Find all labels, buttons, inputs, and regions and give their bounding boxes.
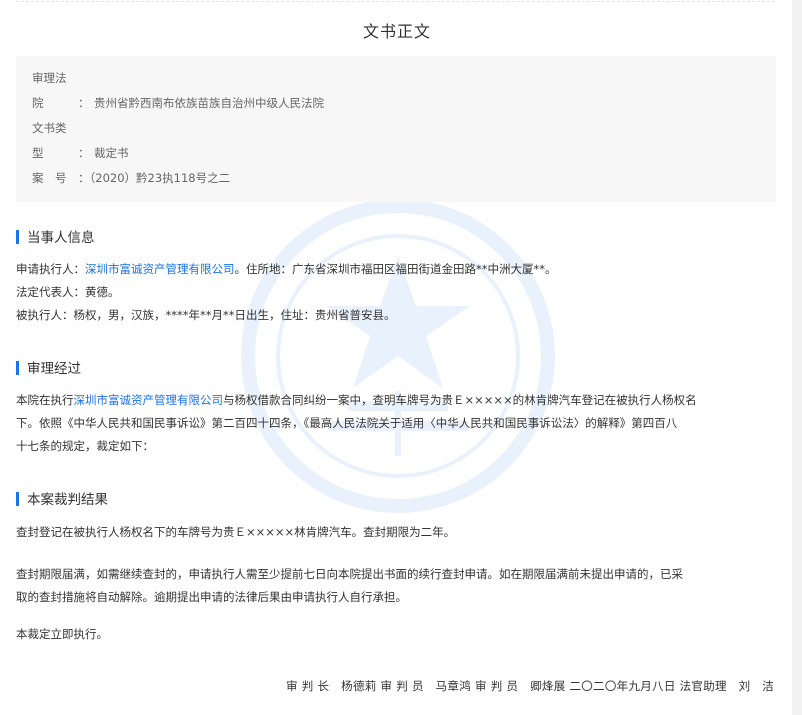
case-label: 案 号 — [32, 171, 67, 185]
parties-block: 申请执行人：深圳市富诚资产管理有限公司。住所地：广东省深圳市福田区福田街道金田路… — [16, 258, 778, 327]
document-page: 文书正文 审理法 院 ： 贵州省黔西南布依族苗族自治州中级人民法院 文书类 型 ： 裁定… — [0, 0, 802, 715]
section-bar-icon — [16, 230, 19, 244]
court-emblem-watermark-icon — [241, 199, 555, 513]
process-heading-text: 审理经过 — [27, 361, 81, 377]
process-prefix: 本院在执行 — [16, 393, 74, 407]
process-line2: 下。依照《中华人民共和国民事诉讼》第二百四十四条，《最高人民法院关于适用〈中华人… — [16, 416, 678, 430]
process-line3: 十七条的规定，裁定如下： — [16, 439, 154, 453]
section-process-heading: 审理经过 — [16, 360, 81, 378]
result-heading-text: 本案裁判结果 — [27, 492, 108, 508]
court-colon: ： — [78, 96, 90, 110]
top-divider — [16, 1, 775, 2]
section-parties-heading: 当事人信息 — [16, 229, 95, 247]
doctype-label-line1: 文书类 — [32, 121, 67, 135]
process-line1: 本院在执行深圳市富诚资产管理有限公司与杨权借款合同纠纷一案中，查明车牌号为贵Ｅ×… — [16, 389, 778, 412]
court-row: 院 ： 贵州省黔西南布依族苗族自治州中级人民法院 — [32, 95, 324, 111]
applicant-name-link[interactable]: 深圳市富诚资产管理有限公司 — [85, 262, 235, 276]
process-line1-rest: 与杨权借款合同纠纷一案中，查明车牌号为贵Ｅ×××××的林肯牌汽车登记在被执行人杨… — [223, 393, 697, 407]
result-para1: 查封登记在被执行人杨权名下的车牌号为贵Ｅ×××××林肯牌汽车。查封期限为二年。 — [16, 525, 456, 539]
scrollbar-track[interactable] — [792, 0, 802, 715]
parties-heading-text: 当事人信息 — [27, 230, 95, 246]
section-bar-icon — [16, 361, 19, 375]
meta-info-box: 审理法 院 ： 贵州省黔西南布依族苗族自治州中级人民法院 文书类 型 ： 裁定书 案 号… — [16, 56, 776, 202]
doctype-colon: ： — [78, 146, 90, 160]
applicant-line: 申请执行人：深圳市富诚资产管理有限公司。住所地：广东省深圳市福田区福田街道金田路… — [16, 258, 778, 281]
result-para2-line1: 查封期限届满，如需继续查封的，申请执行人需至少提前七日向本院提出书面的续行查封申… — [16, 567, 683, 581]
section-bar-icon — [16, 492, 19, 506]
court-label-line2: 院 — [32, 96, 44, 110]
doctype-value: 裁定书 — [94, 146, 129, 160]
doctype-row: 型 ： 裁定书 — [32, 145, 129, 161]
result-para2: 查封期限届满，如需继续查封的，申请执行人需至少提前七日向本院提出书面的续行查封申… — [16, 563, 778, 609]
doctype-label-line2: 型 — [32, 146, 44, 160]
legal-rep-line: 法定代表人：黄德。 — [16, 285, 120, 299]
section-result-heading: 本案裁判结果 — [16, 491, 108, 509]
case-colon: ： — [78, 171, 90, 185]
result-para3: 本裁定立即执行。 — [16, 627, 108, 641]
document-title: 文书正文 — [362, 22, 431, 41]
signature-line: 审 判 长 杨德莉 审 判 员 马章鸿 审 判 员 卿烽展 二〇二〇年九月八日 … — [286, 679, 774, 693]
applicant-suffix: 。住所地：广东省深圳市福田区福田街道金田路**中洲大厦**。 — [234, 262, 557, 276]
process-block: 本院在执行深圳市富诚资产管理有限公司与杨权借款合同纠纷一案中，查明车牌号为贵Ｅ×… — [16, 389, 778, 458]
applicant-prefix: 申请执行人： — [16, 262, 85, 276]
case-row: 案 号 ：（2020）黔23执118号之二 — [32, 170, 230, 186]
respondent-line: 被执行人：杨权，男，汉族，****年**月**日出生，住址：贵州省普安县。 — [16, 308, 396, 322]
court-value: 贵州省黔西南布依族苗族自治州中级人民法院 — [94, 96, 324, 110]
result-para2-line2: 取的查封措施将自动解除。逾期提出申请的法律后果由申请执行人自行承担。 — [16, 590, 407, 604]
process-applicant-link[interactable]: 深圳市富诚资产管理有限公司 — [74, 393, 224, 407]
court-label-line1: 审理法 — [32, 71, 67, 85]
case-value: （2020）黔23执118号之二 — [89, 171, 231, 185]
